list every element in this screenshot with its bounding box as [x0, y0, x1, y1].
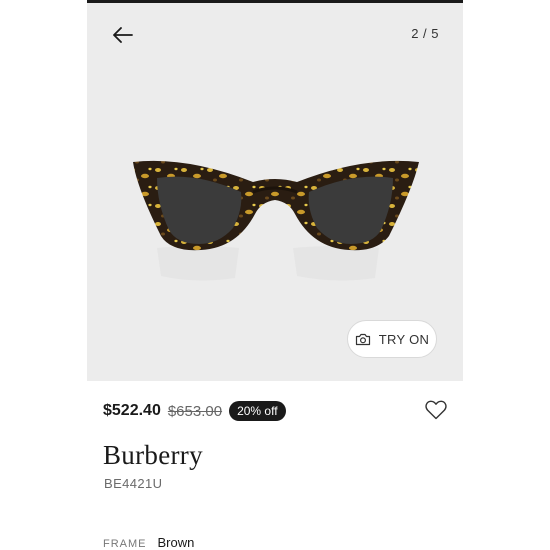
spec-value: Brown	[157, 535, 195, 550]
image-counter: 2 / 5	[411, 26, 439, 41]
arrow-left-icon	[113, 27, 133, 43]
try-on-label: TRY ON	[378, 331, 430, 347]
product-detail-screen: 2 / 5 TRY ON $522.40 $653.00 20% off Bur…	[87, 0, 463, 550]
discount-badge: 20% off	[229, 401, 286, 421]
back-button[interactable]	[109, 23, 137, 47]
page-margin-left	[0, 0, 87, 550]
wishlist-button[interactable]	[423, 398, 449, 422]
model-number: BE4421U	[104, 476, 163, 491]
heart-outline-icon	[425, 400, 447, 420]
price-row: $522.40 $653.00 20% off	[103, 398, 447, 424]
spec-label: FRAME	[103, 538, 147, 550]
original-price: $653.00	[167, 402, 223, 420]
sunglasses-product-image	[133, 160, 419, 281]
current-price: $522.40	[103, 402, 161, 419]
try-on-button[interactable]: TRY ON	[347, 320, 437, 358]
camera-icon	[355, 333, 370, 345]
brand-name: Burberry	[103, 440, 203, 470]
spec-row-frame: FRAME Brown	[103, 535, 194, 550]
page-margin-right	[463, 0, 550, 550]
product-image-gallery[interactable]: 2 / 5 TRY ON	[87, 3, 463, 381]
